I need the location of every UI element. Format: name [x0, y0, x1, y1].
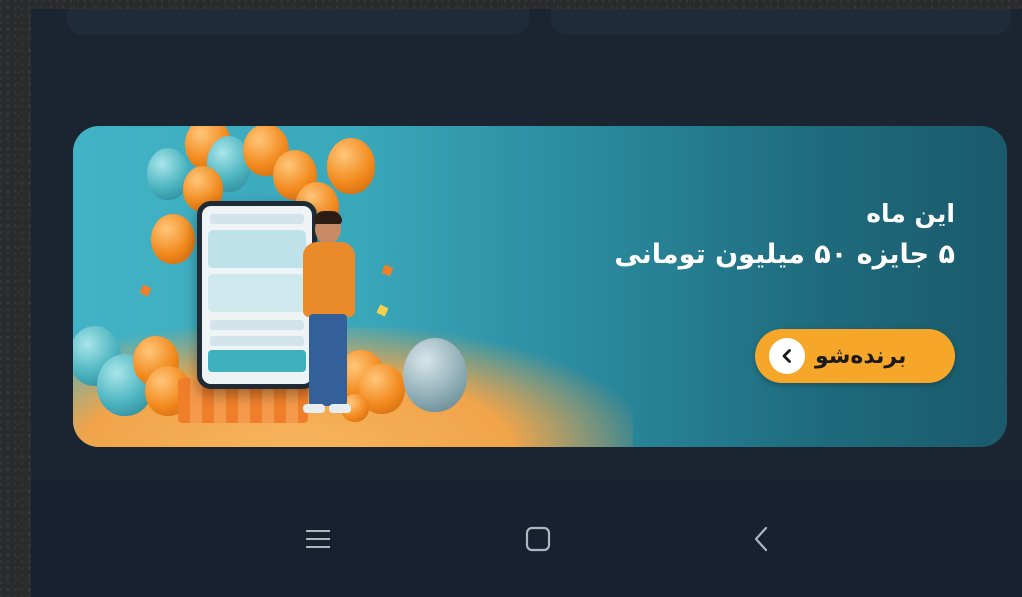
system-navigation-bar [31, 479, 1022, 597]
banner-headline: این ماه ۵ جایزه ۵۰ میلیون تومانی [614, 196, 955, 278]
top-card-left[interactable] [67, 9, 529, 35]
confetti-icon [381, 264, 394, 277]
balloon-icon [403, 338, 467, 412]
headline-line-1: این ماه [866, 199, 955, 228]
person-illustration [295, 211, 365, 424]
top-card-right[interactable] [551, 9, 1011, 35]
phone-screen: این ماه ۵ جایزه ۵۰ میلیون تومانی برنده‌ش… [31, 9, 1022, 597]
promo-banner[interactable]: این ماه ۵ جایزه ۵۰ میلیون تومانی برنده‌ش… [73, 126, 1007, 447]
recent-apps-icon[interactable] [298, 519, 338, 559]
win-button[interactable]: برنده‌شو [755, 329, 955, 383]
back-icon[interactable] [741, 519, 781, 559]
balloon-icon [151, 214, 195, 264]
headline-line-2: ۵ جایزه ۵۰ میلیون تومانی [614, 239, 955, 270]
balloon-icon [327, 138, 375, 194]
confetti-icon [139, 284, 152, 297]
confetti-icon [376, 304, 389, 317]
chevron-left-icon [769, 338, 805, 374]
win-button-label: برنده‌شو [815, 343, 907, 369]
home-icon[interactable] [518, 519, 558, 559]
